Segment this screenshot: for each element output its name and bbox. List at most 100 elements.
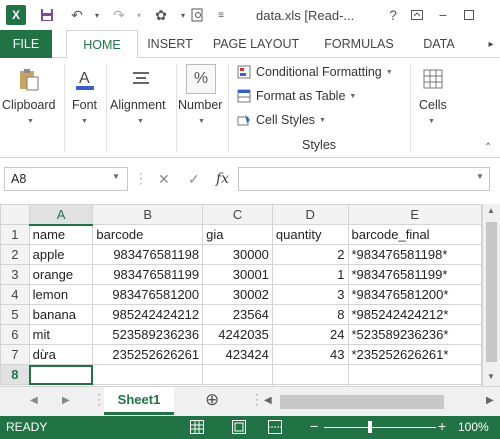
chevron-down-icon[interactable]: ▼ [428,118,435,125]
row-header[interactable]: 4 [0,284,30,305]
scroll-left-icon[interactable]: ◀ [264,395,272,406]
cell[interactable]: 24 [271,324,349,345]
enter-icon[interactable]: ✓ [188,171,200,188]
restore-ribbon-icon[interactable] [406,4,428,26]
alignment-label[interactable]: Alignment [110,98,166,112]
save-icon[interactable] [38,6,56,24]
column-header-a[interactable]: A [28,204,94,226]
row-header[interactable]: 7 [0,344,30,365]
scroll-thumb[interactable] [486,222,497,362]
cell[interactable]: orange [28,264,94,285]
vertical-scrollbar[interactable]: ▲ ▼ [482,204,500,386]
maximize-icon[interactable] [458,4,480,26]
scroll-up-icon[interactable]: ▲ [487,206,495,215]
cell[interactable]: 30000 [202,244,273,265]
clipboard-label[interactable]: Clipboard [2,98,56,112]
column-header-b[interactable]: B [92,204,204,225]
row-header-selected[interactable]: 8 [0,364,30,385]
cell[interactable] [271,364,349,385]
cell[interactable]: *983476581198* [347,244,482,265]
cell[interactable]: apple [28,244,94,265]
cell[interactable]: 23564 [202,304,273,325]
scroll-down-icon[interactable]: ▼ [487,372,495,381]
cell[interactable]: 983476581199 [92,264,204,285]
row-header[interactable]: 2 [0,244,30,265]
cell[interactable]: 235252626261 [92,344,204,365]
cell[interactable]: *983476581200* [347,284,482,305]
page-break-view-icon[interactable] [268,420,282,437]
zoom-in-button[interactable]: + [438,418,446,434]
chevron-down-icon[interactable]: ▼ [198,118,205,125]
next-sheet-icon[interactable]: ▶ [62,395,70,406]
cell[interactable]: 2 [271,244,349,265]
clipboard-icon[interactable] [14,64,44,94]
cell[interactable]: 3 [271,284,349,305]
redo-dropdown-icon[interactable]: ▾ [130,6,148,24]
cell[interactable]: banana [28,304,94,325]
cell[interactable]: *983476581199* [347,264,482,285]
tab-scroll-icon[interactable]: ▸ [482,30,500,58]
cell[interactable]: 985242424212 [92,304,204,325]
font-label[interactable]: Font [72,98,97,112]
row-header[interactable]: 6 [0,324,30,345]
hscroll-thumb[interactable] [280,395,444,409]
cell[interactable]: *235252626261* [347,344,482,365]
cell[interactable]: mit [28,324,94,345]
minimize-icon[interactable]: − [432,4,454,26]
cell[interactable]: gia [202,224,273,245]
zoom-out-button[interactable]: − [310,418,318,434]
cell[interactable]: 983476581198 [92,244,204,265]
more-icon[interactable]: ≡ [212,6,230,24]
name-box[interactable]: A8 [4,167,128,191]
cell[interactable]: *985242424212* [347,304,482,325]
row-header[interactable]: 5 [0,304,30,325]
tab-home[interactable]: HOME [66,30,138,59]
drag-handle-icon[interactable]: ⋮ [134,170,148,187]
cell[interactable]: dừa [28,344,94,365]
tab-page-layout[interactable]: PAGE LAYOUT [204,30,308,58]
chevron-down-icon[interactable]: ▼ [27,118,34,125]
zoom-level[interactable]: 100% [458,420,489,434]
tab-insert[interactable]: INSERT [142,30,198,58]
insert-function-icon[interactable]: fx [216,171,229,187]
cell[interactable]: 983476581200 [92,284,204,305]
format-as-table-button[interactable]: Format as Table ▼ [236,86,356,106]
cell[interactable] [92,364,204,385]
column-header-e[interactable]: E [347,204,482,225]
formula-input[interactable] [238,167,490,191]
cell[interactable]: 4242035 [202,324,273,345]
align-icon[interactable] [126,64,156,94]
tab-file[interactable]: FILE [0,30,52,58]
help-icon[interactable]: ? [382,4,404,26]
sheet-tab-sheet1[interactable]: Sheet1 [104,387,174,415]
prev-sheet-icon[interactable]: ◀ [30,395,38,406]
row-header[interactable]: 1 [0,224,30,245]
cells-label[interactable]: Cells [419,98,447,112]
column-header-c[interactable]: C [202,204,273,225]
select-all-corner[interactable] [0,204,30,225]
preview-icon[interactable] [188,6,206,24]
cell[interactable]: 523589236236 [92,324,204,345]
chevron-down-icon[interactable]: ▼ [137,118,144,125]
cell[interactable]: barcode [92,224,204,245]
zoom-slider[interactable] [324,427,436,428]
page-layout-view-icon[interactable] [232,420,246,437]
cell[interactable] [347,364,482,385]
selected-cell[interactable] [28,364,94,385]
paint-icon[interactable]: ✿ [152,6,170,24]
cell[interactable]: 30002 [202,284,273,305]
undo-icon[interactable]: ↶ [68,6,86,24]
cell[interactable]: 1 [271,264,349,285]
cell[interactable]: barcode_final [347,224,482,245]
undo-dropdown-icon[interactable]: ▾ [88,6,106,24]
cell[interactable] [202,364,273,385]
cell-styles-button[interactable]: Cell Styles ▼ [236,110,326,130]
cell[interactable]: 43 [271,344,349,365]
name-box-dropdown-icon[interactable]: ▼ [112,172,120,181]
cell[interactable]: 423424 [202,344,273,365]
add-sheet-icon[interactable]: ⊕ [205,390,219,410]
percent-icon[interactable]: % [186,64,216,94]
row-header[interactable]: 3 [0,264,30,285]
chevron-down-icon[interactable]: ▼ [81,118,88,125]
cancel-icon[interactable]: ✕ [158,171,170,188]
